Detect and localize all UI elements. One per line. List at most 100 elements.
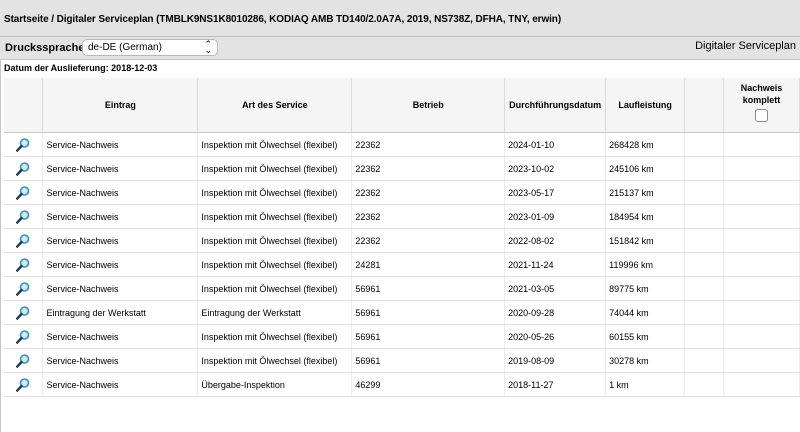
cell-blank [684, 228, 724, 253]
magnifier-icon[interactable] [15, 185, 31, 200]
magnifier-icon[interactable] [15, 257, 31, 272]
cell-proof-complete [723, 252, 800, 277]
column-header-service-type[interactable]: Art des Service [197, 78, 353, 133]
table-body: Service-Nachweis Inspektion mit Ölwechsel… [4, 132, 800, 397]
cell-workshop: 22362 [351, 156, 506, 181]
cell-mileage: 151842 km [605, 228, 686, 253]
cell-entry: Service-Nachweis [42, 228, 199, 253]
cell-service-type: Inspektion mit Ölwechsel (flexibel) [197, 228, 353, 253]
proof-complete-label-line2: komplett [742, 95, 781, 105]
print-language-value: de-DE (German) [88, 42, 162, 53]
cell-date: 2020-05-26 [504, 324, 607, 349]
cell-mileage: 60155 km [605, 324, 686, 349]
cell-blank [684, 276, 724, 301]
page-heading: Digitaler Serviceplan [695, 40, 796, 52]
column-header-icon [4, 78, 44, 133]
row-detail-cell [4, 156, 44, 181]
magnifier-icon[interactable] [15, 329, 31, 344]
cell-blank [684, 372, 724, 397]
cell-proof-complete [723, 204, 800, 229]
table-row[interactable]: Service-Nachweis Inspektion mit Ölwechsel… [4, 204, 800, 229]
cell-blank [684, 324, 724, 349]
row-detail-cell [4, 300, 44, 325]
service-table-container: Eintrag Art des Service Betrieb Durchfüh… [4, 78, 800, 397]
row-detail-cell [4, 348, 44, 373]
table-header-row: Eintrag Art des Service Betrieb Durchfüh… [4, 78, 800, 133]
magnifier-icon[interactable] [15, 137, 31, 152]
cell-workshop: 56961 [351, 300, 506, 325]
cell-mileage: 245106 km [605, 156, 686, 181]
cell-service-type: Inspektion mit Ölwechsel (flexibel) [197, 204, 353, 229]
column-header-mileage[interactable]: Laufleistung [605, 78, 686, 133]
magnifier-icon[interactable] [15, 209, 31, 224]
row-detail-cell [4, 276, 44, 301]
cell-entry: Service-Nachweis [42, 372, 199, 397]
cell-date: 2024-01-10 [504, 132, 607, 157]
row-detail-cell [4, 228, 44, 253]
toolbar: Druckssprache: de-DE (German) ⌃ ⌄ Digital… [0, 37, 800, 60]
magnifier-icon[interactable] [15, 353, 31, 368]
cell-service-type: Übergabe-Inspektion [197, 372, 353, 397]
table-row[interactable]: Service-Nachweis Inspektion mit Ölwechsel… [4, 228, 800, 253]
row-detail-cell [4, 180, 44, 205]
cell-entry: Service-Nachweis [42, 324, 199, 349]
table-row[interactable]: Service-Nachweis Inspektion mit Ölwechsel… [4, 276, 800, 301]
cell-date: 2023-10-02 [504, 156, 607, 181]
table-row[interactable]: Service-Nachweis Inspektion mit Ölwechsel… [4, 252, 800, 277]
cell-date: 2021-03-05 [504, 276, 607, 301]
cell-proof-complete [723, 228, 800, 253]
cell-workshop: 24281 [351, 252, 506, 277]
cell-date: 2020-09-28 [504, 300, 607, 325]
cell-proof-complete [723, 300, 800, 325]
cell-service-type: Inspektion mit Ölwechsel (flexibel) [197, 156, 353, 181]
table-row[interactable]: Service-Nachweis Inspektion mit Ölwechsel… [4, 324, 800, 349]
table-row[interactable]: Service-Nachweis Inspektion mit Ölwechsel… [4, 348, 800, 373]
magnifier-icon[interactable] [15, 377, 31, 392]
cell-workshop: 22362 [351, 228, 506, 253]
cell-service-type: Eintragung der Werkstatt [197, 300, 353, 325]
proof-complete-label-line1: Nachweis [740, 83, 783, 93]
delivery-date: Datum der Auslieferung: 2018-12-03 [4, 63, 158, 73]
cell-workshop: 22362 [351, 180, 506, 205]
table-row[interactable]: Service-Nachweis Inspektion mit Ölwechsel… [4, 180, 800, 205]
table-row[interactable]: Service-Nachweis Übergabe-Inspektion 46299… [4, 372, 800, 397]
cell-mileage: 119996 km [605, 252, 686, 277]
cell-mileage: 215137 km [605, 180, 686, 205]
cell-date: 2022-08-02 [504, 228, 607, 253]
cell-proof-complete [723, 180, 800, 205]
cell-entry: Service-Nachweis [42, 348, 199, 373]
cell-proof-complete [723, 156, 800, 181]
cell-entry: Service-Nachweis [42, 276, 199, 301]
cell-workshop: 22362 [351, 204, 506, 229]
cell-service-type: Inspektion mit Ölwechsel (flexibel) [197, 324, 353, 349]
column-header-entry[interactable]: Eintrag [42, 78, 199, 133]
service-history-table: Eintrag Art des Service Betrieb Durchfüh… [4, 78, 800, 397]
table-row[interactable]: Service-Nachweis Inspektion mit Ölwechsel… [4, 156, 800, 181]
magnifier-icon[interactable] [15, 281, 31, 296]
cell-date: 2021-11-24 [504, 252, 607, 277]
cell-blank [684, 180, 724, 205]
cell-proof-complete [723, 324, 800, 349]
cell-entry: Service-Nachweis [42, 132, 199, 157]
title-bar: Startseite / Digitaler Serviceplan (TMBL… [0, 0, 800, 37]
cell-workshop: 46299 [351, 372, 506, 397]
cell-date: 2019-08-09 [504, 348, 607, 373]
magnifier-icon[interactable] [15, 161, 31, 176]
magnifier-icon[interactable] [15, 233, 31, 248]
cell-date: 2023-05-17 [504, 180, 607, 205]
cell-entry: Service-Nachweis [42, 204, 199, 229]
cell-service-type: Inspektion mit Ölwechsel (flexibel) [197, 276, 353, 301]
magnifier-icon[interactable] [15, 305, 31, 320]
column-header-date[interactable]: Durchführungsdatum [504, 78, 607, 133]
row-detail-cell [4, 132, 44, 157]
cell-mileage: 74044 km [605, 300, 686, 325]
cell-entry: Service-Nachweis [42, 156, 199, 181]
table-row[interactable]: Service-Nachweis Inspektion mit Ölwechsel… [4, 132, 800, 157]
cell-blank [684, 204, 724, 229]
cell-date: 2023-01-09 [504, 204, 607, 229]
proof-complete-checkbox[interactable] [755, 109, 768, 122]
column-header-workshop[interactable]: Betrieb [351, 78, 506, 133]
row-detail-cell [4, 324, 44, 349]
print-language-select[interactable]: de-DE (German) ⌃ ⌄ [82, 39, 218, 56]
table-row[interactable]: Eintragung der Werkstatt Eintragung der W… [4, 300, 800, 325]
